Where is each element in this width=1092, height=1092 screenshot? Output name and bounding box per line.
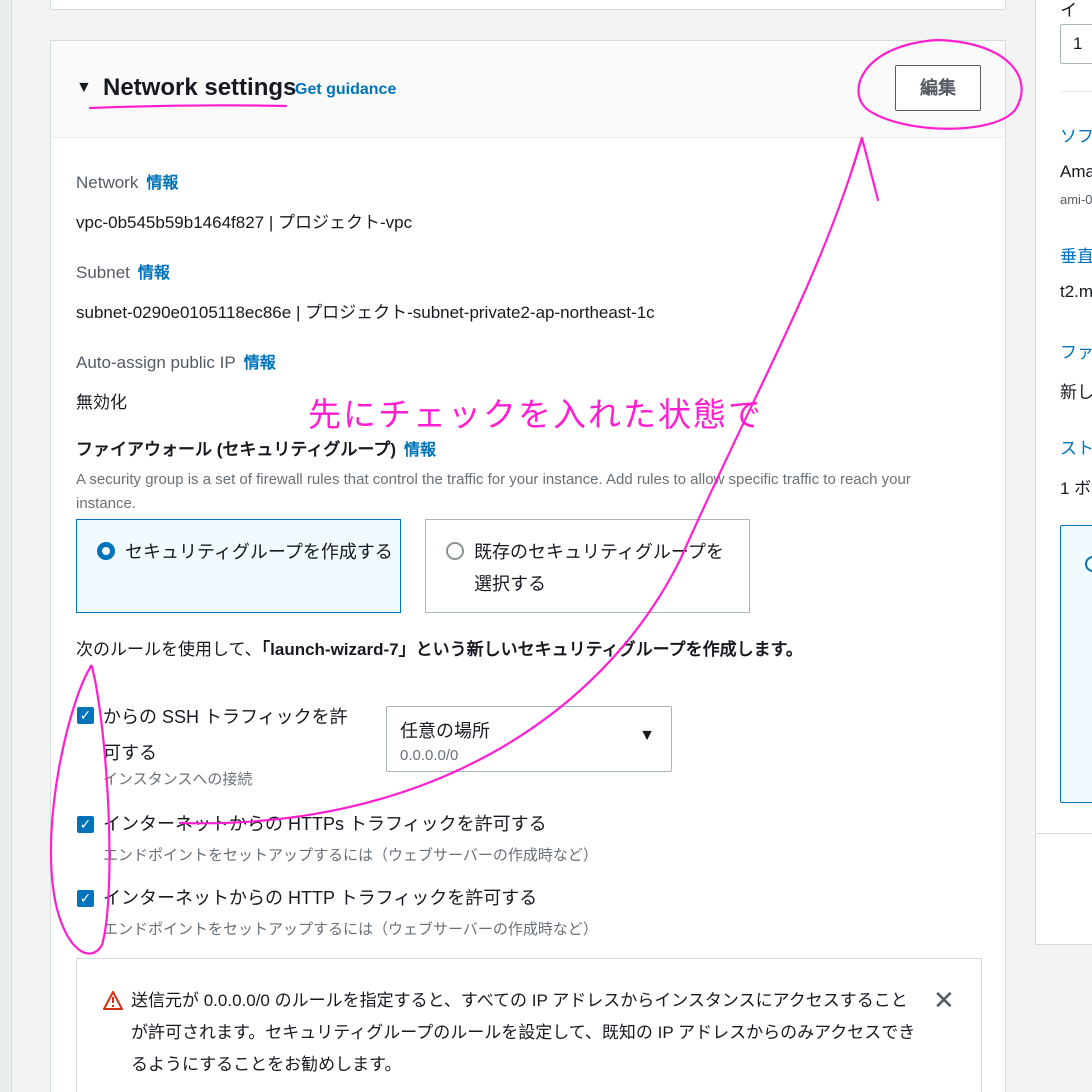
public-ip-value: 無効化 xyxy=(76,393,127,412)
https-label: インターネットからの HTTPs トラフィックを許可する xyxy=(103,814,547,834)
ssh-source-value: 任意の場所 xyxy=(400,721,490,741)
http-checkbox[interactable]: ✓ xyxy=(77,890,94,907)
firewall-description: A security group is a set of firewall ru… xyxy=(76,471,911,512)
divider xyxy=(1060,91,1092,92)
public-ip-label: Auto-assign public IP 情報 xyxy=(76,353,276,372)
dropdown-arrow-icon: ▼ xyxy=(639,727,655,744)
side-text-6: 1 ボ xyxy=(1060,479,1092,498)
side-text-4: t2.m xyxy=(1060,282,1092,301)
warning-icon xyxy=(103,991,123,1010)
new-group-notice: 次のルールを使用して、「launch-wizard-7」という新しいセキュリティ… xyxy=(76,640,803,659)
warning-text: 送信元が 0.0.0.0/0 のルールを指定すると、すべての IP アドレスから… xyxy=(131,991,916,1074)
radio-unselected[interactable] xyxy=(446,542,464,560)
info-circle-icon xyxy=(1085,556,1092,572)
create-security-group-tile[interactable]: セキュリティグループを作成する xyxy=(76,519,401,613)
http-label: インターネットからの HTTP トラフィックを許可する xyxy=(103,888,538,908)
select-existing-group-tile[interactable]: 既存のセキュリティグループを選択する xyxy=(425,519,750,613)
subnet-info-link[interactable]: 情報 xyxy=(138,265,170,282)
summary-panel: イ 1 ソフ Ama ami-0 垂直 t2.m ファ 新し スト 1 ボ xyxy=(1035,0,1092,945)
side-link-1[interactable]: ソフ xyxy=(1060,122,1092,147)
ssh-source-select[interactable]: 任意の場所 0.0.0.0/0 ▼ xyxy=(386,706,672,772)
subnet-label: Subnet 情報 xyxy=(76,263,170,282)
info-box xyxy=(1060,525,1092,803)
caret-down-icon[interactable]: ▼ xyxy=(76,79,92,97)
side-text-5: 新し xyxy=(1060,383,1092,402)
side-link-3[interactable]: ファ xyxy=(1060,338,1092,363)
previous-card xyxy=(50,0,1006,10)
ssh-label: からの SSH トラフィックを許可する xyxy=(103,707,348,763)
close-icon[interactable]: ✕ xyxy=(933,985,955,1016)
side-text-3: ami-0 xyxy=(1060,192,1092,207)
firewall-title: ファイアウォール (セキュリティグループ) 情報 xyxy=(76,440,437,459)
https-checkbox[interactable]: ✓ xyxy=(77,816,94,833)
network-label: Network 情報 xyxy=(76,173,179,192)
https-sub: エンドポイントをセットアップするには（ウェブサーバーの作成時など） xyxy=(103,847,598,864)
ssh-checkbox[interactable]: ✓ xyxy=(77,707,94,724)
left-edge xyxy=(0,0,12,1092)
side-link-4[interactable]: スト xyxy=(1060,434,1092,459)
radio-selected[interactable] xyxy=(97,542,115,560)
create-security-group-label: セキュリティグループを作成する xyxy=(125,542,393,562)
select-existing-group-label: 既存のセキュリティグループを選択する xyxy=(474,542,724,594)
firewall-info-link[interactable]: 情報 xyxy=(404,442,436,459)
http-sub: エンドポイントをセットアップするには（ウェブサーバーの作成時など） xyxy=(103,921,598,938)
side-link-2[interactable]: 垂直 xyxy=(1060,242,1092,267)
open-access-warning: 送信元が 0.0.0.0/0 のルールを指定すると、すべての IP アドレスから… xyxy=(76,958,982,1092)
section-title: Network settings xyxy=(103,74,297,101)
divider xyxy=(1036,833,1092,834)
ssh-sub: インスタンスへの接続 xyxy=(103,771,253,788)
get-guidance-link[interactable]: Get guidance xyxy=(295,81,396,99)
card-header: ▼ Network settings Get guidance 編集 xyxy=(51,41,1005,138)
network-settings-card: ▼ Network settings Get guidance 編集 Netwo… xyxy=(50,40,1006,1092)
public-ip-info-link[interactable]: 情報 xyxy=(244,355,276,372)
instance-count-input[interactable]: 1 xyxy=(1060,24,1092,64)
side-text-1: イ xyxy=(1060,1,1077,20)
subnet-value: subnet-0290e0105118ec86e | プロジェクト-subnet… xyxy=(76,303,655,322)
ssh-source-cidr: 0.0.0.0/0 xyxy=(400,747,459,764)
annotation-text: 先にチェックを入れた状態で xyxy=(308,395,763,434)
side-text-2: Ama xyxy=(1060,162,1092,181)
edit-button[interactable]: 編集 xyxy=(895,65,981,111)
network-value: vpc-0b545b59b1464f827 | プロジェクト-vpc xyxy=(76,213,413,232)
network-info-link[interactable]: 情報 xyxy=(146,175,178,192)
